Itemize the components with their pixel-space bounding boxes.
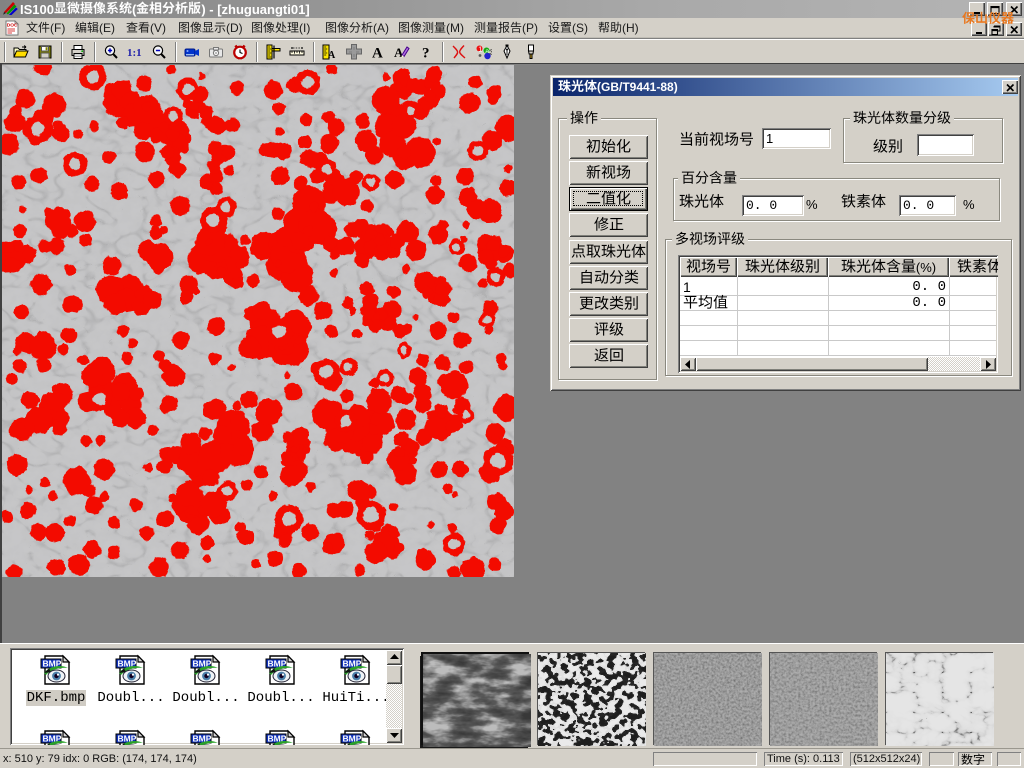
svg-text:?: ? — [422, 45, 430, 60]
svg-text:A: A — [328, 50, 336, 60]
svg-text:1: 1 — [478, 46, 482, 53]
svg-text:3: 3 — [489, 47, 492, 56]
svg-text:A: A — [372, 45, 383, 60]
svg-text:DOC: DOC — [7, 23, 18, 29]
svg-text:A: A — [394, 45, 404, 60]
svg-text:1:1: 1:1 — [127, 47, 142, 59]
